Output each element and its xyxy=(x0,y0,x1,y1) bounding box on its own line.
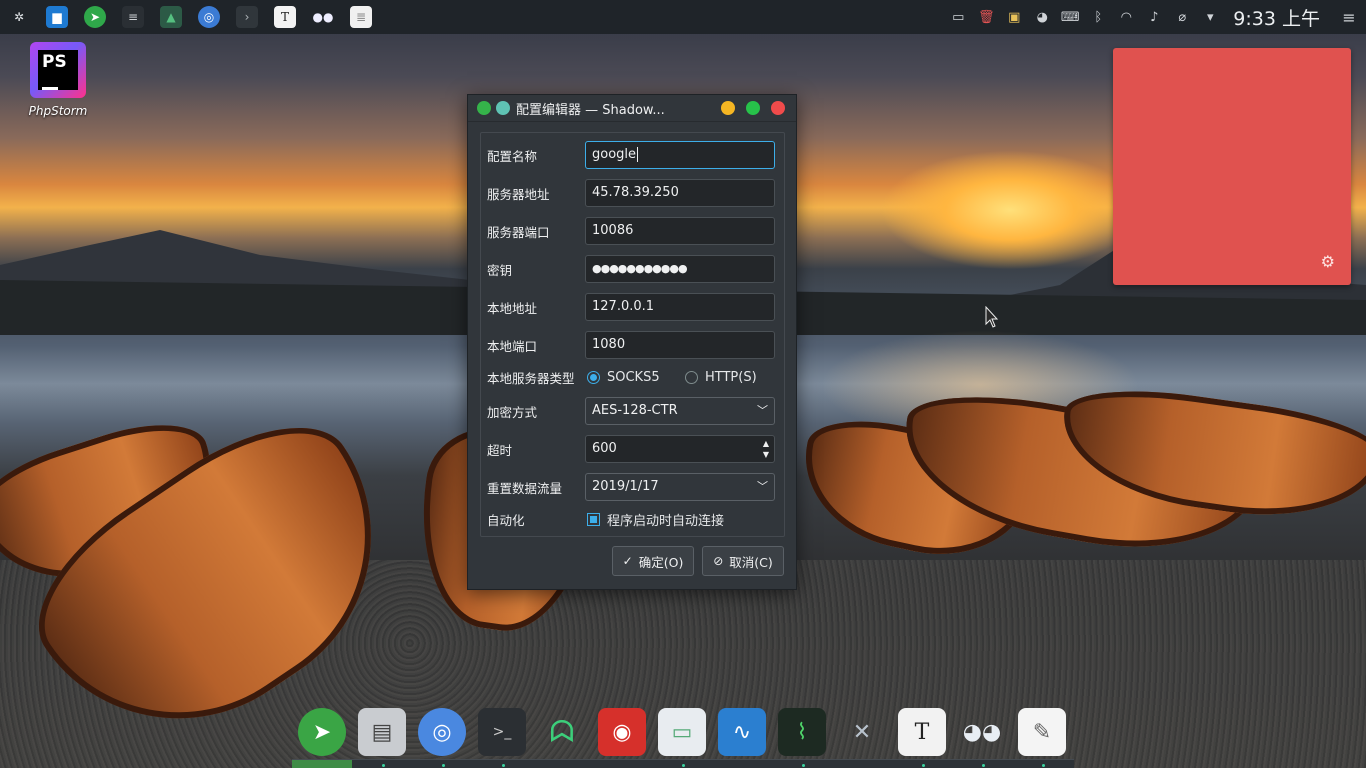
ghost-icon[interactable]: ᗣ xyxy=(538,708,586,756)
typora-icon[interactable]: T xyxy=(274,6,296,28)
sticky-note-widget[interactable]: ⚙ xyxy=(1113,48,1351,285)
mouse-cursor xyxy=(985,306,999,328)
auto-label: 自动化 xyxy=(487,512,525,528)
maximize-button[interactable] xyxy=(746,101,760,115)
cancel-icon: ⊘ xyxy=(713,554,724,568)
desktop-icon-phpstorm[interactable]: PS PhpStorm xyxy=(22,42,94,118)
system-tray: ▭ 🗑 ▣ ◕ ⌨ ᛒ ◠ ♪ ⌀ ▾ 9:33 上午 ≡ xyxy=(939,0,1366,34)
system-monitor-icon[interactable]: ⌇ xyxy=(778,708,826,756)
keyboard-icon[interactable]: ⌨ xyxy=(1061,8,1080,26)
console-icon[interactable]: › xyxy=(236,6,258,28)
clip-icon[interactable]: ⌀ xyxy=(1173,8,1191,26)
password-label: 密钥 xyxy=(487,262,513,278)
kde-menu-icon[interactable]: ✲ xyxy=(8,6,30,28)
dialog-title: 配置编辑器 — Shadow... xyxy=(516,102,665,118)
local-port-input[interactable]: 1080 xyxy=(585,331,775,359)
local-address-label: 本地地址 xyxy=(487,300,538,316)
name-input[interactable]: google xyxy=(585,141,775,169)
telegram-icon[interactable]: ➤ xyxy=(84,6,106,28)
active-indicator xyxy=(292,760,352,768)
password-input[interactable]: ●●●●●●●●●●● xyxy=(585,255,775,283)
typora-icon[interactable]: T xyxy=(898,708,946,756)
notes-icon[interactable]: ≣ xyxy=(350,6,372,28)
wifi-icon[interactable]: ◠ xyxy=(1117,8,1135,26)
reset-label: 重置数据流量 xyxy=(487,480,563,496)
desktop-icon-label: PhpStorm xyxy=(28,104,88,118)
server-port-input[interactable]: 10086 xyxy=(585,217,775,245)
text-editor-icon[interactable]: ✎ xyxy=(1018,708,1066,756)
port-label: 服务器端口 xyxy=(487,224,550,240)
image-icon[interactable]: ▣ xyxy=(1005,8,1023,26)
timeout-label: 超时 xyxy=(487,442,513,458)
encryption-select[interactable]: AES-128-CTR ﹀ xyxy=(585,397,775,425)
local-address-input[interactable]: 127.0.0.1 xyxy=(585,293,775,321)
bluetooth-icon[interactable]: ᛒ xyxy=(1089,8,1107,26)
chevron-down-icon: ﹀ xyxy=(757,480,768,493)
check-icon: ✓ xyxy=(622,554,633,568)
auto-connect-checkbox[interactable]: 程序启动时自动连接 xyxy=(587,510,724,529)
chromium-icon[interactable]: ◎ xyxy=(198,6,220,28)
gear-icon[interactable]: ⚙ xyxy=(1321,252,1335,271)
close-button[interactable] xyxy=(771,101,785,115)
system-monitor-icon[interactable]: ▲ xyxy=(160,6,182,28)
wechat-icon[interactable]: ◕◕ xyxy=(958,708,1006,756)
terminal-icon[interactable]: >_ xyxy=(478,708,526,756)
clock[interactable]: 9:33 上午 xyxy=(1233,4,1320,31)
menu-icon[interactable]: ≡ xyxy=(1340,8,1358,27)
local-type-label: 本地服务器类型 xyxy=(487,370,575,386)
window-icon[interactable]: ▭ xyxy=(949,8,967,26)
name-label: 配置名称 xyxy=(487,148,538,164)
config-form: 配置名称 google 服务器地址 45.78.39.250 服务器端口 100… xyxy=(480,132,785,537)
form-row-password: 密钥 ●●●●●●●●●●● xyxy=(487,254,775,284)
tools-icon[interactable]: ✕ xyxy=(838,708,886,756)
expand-icon[interactable]: ▾ xyxy=(1201,8,1219,26)
encryption-label: 加密方式 xyxy=(487,404,538,420)
form-row-timeout: 超时 600 ▲ ▼ xyxy=(487,434,775,464)
dock: ➤ ▤ ◎ >_ ᗣ ◉ ▭ ∿ ⌇ ✕ T ◕◕ ✎ xyxy=(292,702,1074,768)
netease-music-icon[interactable]: ◉ xyxy=(598,708,646,756)
file-cabinet-icon[interactable]: ▤ xyxy=(358,708,406,756)
wechat-icon[interactable]: ●● xyxy=(312,6,334,28)
reset-date-select[interactable]: 2019/1/17 ﹀ xyxy=(585,473,775,501)
form-row-reset: 重置数据流量 2019/1/17 ﹀ xyxy=(487,472,775,502)
radio-checked-icon xyxy=(587,370,600,384)
form-row-auto: 自动化 程序启动时自动连接 xyxy=(487,506,775,532)
form-row-server: 服务器地址 45.78.39.250 xyxy=(487,178,775,208)
minimize-button[interactable] xyxy=(721,101,735,115)
form-row-local-address: 本地地址 127.0.0.1 xyxy=(487,292,775,322)
cancel-button[interactable]: ⊘ 取消(C) xyxy=(702,546,784,576)
wechat-icon[interactable]: ◕ xyxy=(1033,8,1051,26)
checkbox-checked-icon xyxy=(587,512,600,526)
form-row-local-type: 本地服务器类型 SOCKS5 HTTP(S) xyxy=(487,364,775,390)
terminal-icon[interactable]: ≡ xyxy=(122,6,144,28)
wave-monitor-icon[interactable]: ∿ xyxy=(718,708,766,756)
socks5-radio[interactable]: SOCKS5 xyxy=(587,370,660,385)
server-label: 服务器地址 xyxy=(487,186,550,202)
form-row-port: 服务器端口 10086 xyxy=(487,216,775,246)
shadowsocks-icon xyxy=(477,101,491,115)
file-manager-icon[interactable]: ▆ xyxy=(46,6,68,28)
phpstorm-icon: PS xyxy=(30,42,86,98)
window-manager-icon[interactable]: ▭ xyxy=(658,708,706,756)
radio-unchecked-icon xyxy=(685,370,698,384)
dialog-titlebar[interactable]: 配置编辑器 — Shadow... xyxy=(468,95,796,122)
timeout-spinbox[interactable]: 600 ▲ ▼ xyxy=(585,435,775,463)
phpstorm-logo-text: PS xyxy=(38,50,78,90)
server-address-input[interactable]: 45.78.39.250 xyxy=(585,179,775,207)
chromium-icon[interactable]: ◎ xyxy=(418,708,466,756)
ok-button[interactable]: ✓ 确定(O) xyxy=(612,546,694,576)
form-row-encryption: 加密方式 AES-128-CTR ﹀ xyxy=(487,396,775,426)
shadowsocks-icon[interactable]: ➤ xyxy=(298,708,346,756)
volume-icon[interactable]: ♪ xyxy=(1145,8,1163,26)
config-editor-dialog: 配置编辑器 — Shadow... 配置名称 google 服务器地址 45.7… xyxy=(467,94,797,590)
trash-icon[interactable]: 🗑 xyxy=(977,8,995,26)
pin-icon[interactable] xyxy=(496,101,510,115)
local-port-label: 本地端口 xyxy=(487,338,538,354)
form-row-local-port: 本地端口 1080 xyxy=(487,330,775,360)
top-panel: ✲ ▆ ➤ ≡ ▲ ◎ › T ●● ≣ ▭ 🗑 ▣ ◕ ⌨ ᛒ ◠ ♪ ⌀ ▾… xyxy=(0,0,1366,34)
chevron-down-icon: ﹀ xyxy=(757,404,768,417)
form-row-name: 配置名称 google xyxy=(487,140,775,170)
spin-arrows-icon[interactable]: ▲ ▼ xyxy=(763,438,769,460)
http-radio[interactable]: HTTP(S) xyxy=(685,370,757,385)
